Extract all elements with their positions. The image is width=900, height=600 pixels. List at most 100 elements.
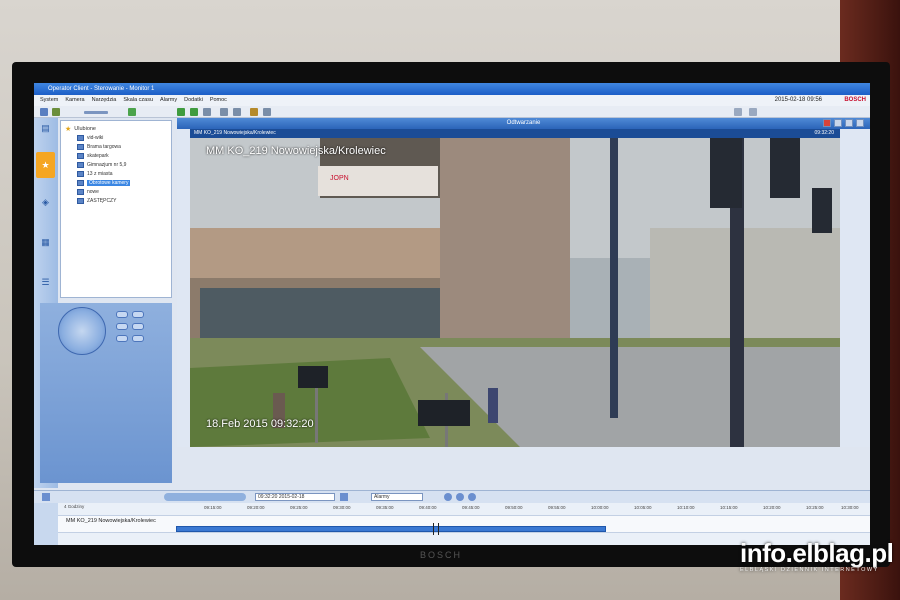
timeline-tick: 10:20:00 xyxy=(763,505,781,510)
osd-timestamp: 18.Feb 2015 09:32:20 xyxy=(206,418,314,430)
help-icon[interactable] xyxy=(856,119,864,127)
alarm-list-icon[interactable]: ☰ xyxy=(39,276,52,289)
tree-item[interactable]: ZASTĘPCZY xyxy=(77,197,116,205)
window-titlebar: Operator Client - Sterowanie - Monitor 1 xyxy=(34,83,870,95)
layout-1-icon[interactable] xyxy=(834,119,842,127)
timeline-mode-icon[interactable] xyxy=(42,493,50,501)
timeline-tick: 10:05:00 xyxy=(634,505,652,510)
focus-far-button[interactable] xyxy=(132,323,144,330)
tree-item-label: Gimnazjum nr 5,9 xyxy=(87,162,127,168)
layout-4-icon[interactable] xyxy=(845,119,853,127)
tree-root[interactable]: ★ Ulubione xyxy=(65,125,96,133)
video-feed[interactable]: MM KO_219 Nowowiejska/Krolewiec 09:32:20… xyxy=(190,129,840,447)
iris-open-button[interactable] xyxy=(116,335,128,342)
layout-icon[interactable] xyxy=(203,108,211,116)
timeline-panel: 09:32:20 2015-02-18 Alarmy 4 Godziny 09:… xyxy=(34,490,870,545)
speaker-icon[interactable] xyxy=(128,108,136,116)
billboard-text: JOPN xyxy=(330,175,349,182)
favorites-star-icon[interactable]: ★ xyxy=(36,152,55,178)
watermark-sub: ELBLĄSKI DZIENNIK INTERNETOWY xyxy=(740,567,879,573)
osd-camera-name: MM KO_219 Nowowiejska/Krolewiec xyxy=(206,145,386,157)
camera-strip-label: MM KO_219 Nowowiejska/Krolewiec xyxy=(194,130,276,136)
camera-folder-icon xyxy=(77,180,84,186)
timeline-tick: 09:40:00 xyxy=(419,505,437,510)
zoom-in-icon[interactable] xyxy=(444,493,452,501)
timeline-tick: 10:25:00 xyxy=(806,505,824,510)
play-mode-icon[interactable] xyxy=(177,108,185,116)
video-left-tabs xyxy=(177,129,190,447)
camera-icon[interactable] xyxy=(52,108,60,116)
timeline-tick: 10:10:00 xyxy=(677,505,695,510)
monitor-wall-icon[interactable]: ▦ xyxy=(39,236,52,249)
settings-icon[interactable] xyxy=(263,108,271,116)
camera-folder-icon xyxy=(77,189,84,195)
timeline-tick: 09:45:00 xyxy=(462,505,480,510)
iris-close-button[interactable] xyxy=(132,335,144,342)
focus-near-button[interactable] xyxy=(116,323,128,330)
tree-item-label: ZASTĘPCZY xyxy=(87,198,117,204)
playback-controls[interactable] xyxy=(164,493,246,501)
tree-item[interactable]: Gimnazjum nr 5,9 xyxy=(77,161,126,169)
camera-folder-icon xyxy=(77,144,84,150)
tree-item[interactable]: Brama targowa xyxy=(77,143,121,151)
timeline-tick: 10:30:00 xyxy=(841,505,859,510)
recording-bar[interactable] xyxy=(176,526,606,532)
timeline-tick: 09:35:00 xyxy=(376,505,394,510)
timeline-cursor[interactable] xyxy=(433,523,439,535)
tree-item[interactable]: vid-wiki xyxy=(77,134,103,142)
tree-item[interactable]: nowe xyxy=(77,188,99,196)
timeline-tick: 09:55:00 xyxy=(548,505,566,510)
camera-folder-icon xyxy=(77,135,84,141)
alarm-filter-select[interactable]: Alarmy xyxy=(371,493,423,501)
menu-system[interactable]: System xyxy=(40,95,58,106)
menu-skala-czasu[interactable]: Skala czasu xyxy=(123,95,153,106)
timeline-tick: 09:30:00 xyxy=(333,505,351,510)
star-icon: ★ xyxy=(65,126,72,133)
timeline-tick: 09:50:00 xyxy=(505,505,523,510)
tree-item-label: skatepark xyxy=(87,153,109,159)
camera-info-strip: MM KO_219 Nowowiejska/Krolewiec 09:32:20 xyxy=(190,129,840,138)
menu-bar: System Kamera Narzędzia Skala czasu Alar… xyxy=(34,95,870,106)
print-icon[interactable] xyxy=(220,108,228,116)
volume-slider[interactable] xyxy=(84,111,108,114)
clock-datetime: 2015-02-18 09:56 xyxy=(774,97,822,103)
ptz-control-panel xyxy=(40,303,172,483)
toolbar xyxy=(34,106,870,118)
tree-item-label: vid-wiki xyxy=(87,135,104,141)
live-mode-icon[interactable] xyxy=(190,108,198,116)
snapshot-icon[interactable] xyxy=(233,108,241,116)
grid-icon[interactable] xyxy=(734,108,742,116)
zoom-out-button[interactable] xyxy=(132,311,144,318)
zoom-in-button[interactable] xyxy=(116,311,128,318)
tree-item[interactable]: 13 z miasta xyxy=(77,170,113,178)
tree-root-label: Ulubione xyxy=(74,126,96,132)
grid-icon-2[interactable] xyxy=(749,108,757,116)
menu-narzedzia[interactable]: Narzędzia xyxy=(92,95,117,106)
timeline-tick: 10:00:00 xyxy=(591,505,609,510)
timeline-scale: 09:15:00 09:20:00 09:25:00 09:30:00 09:3… xyxy=(34,503,870,513)
tree-item[interactable]: skatepark xyxy=(77,152,109,160)
favorites-tree: ★ Ulubione vid-wiki Brama targowa skatep… xyxy=(60,120,172,298)
video-pane-header: Odtwarzanie xyxy=(177,118,870,129)
tree-item-selected[interactable]: Obrotowe kamery xyxy=(77,179,131,187)
search-icon[interactable] xyxy=(468,493,476,501)
monitor-icon[interactable] xyxy=(40,108,48,116)
calendar-icon[interactable] xyxy=(340,493,348,501)
menu-alarmy[interactable]: Alarmy xyxy=(160,95,177,106)
export-icon[interactable] xyxy=(250,108,258,116)
timeline-date-field[interactable]: 09:32:20 2015-02-18 xyxy=(255,493,335,501)
map-icon[interactable]: ◈ xyxy=(39,196,52,209)
camera-strip-time: 09:32:20 xyxy=(814,130,834,136)
zoom-out-icon[interactable] xyxy=(456,493,464,501)
menu-kamera[interactable]: Kamera xyxy=(65,95,84,106)
logical-tree-icon[interactable]: ▤ xyxy=(39,122,52,135)
timeline-track[interactable]: MM KO_219 Nowowiejska/Krolewiec xyxy=(58,515,870,535)
menu-dodatki[interactable]: Dodatki xyxy=(184,95,203,106)
timeline-tick: 10:15:00 xyxy=(720,505,738,510)
camera-image: JOPN xyxy=(190,138,840,447)
close-icon[interactable] xyxy=(823,119,831,127)
video-pane-title: Odtwarzanie xyxy=(506,120,541,126)
ptz-joystick[interactable] xyxy=(58,307,106,355)
tree-item-label: nowe xyxy=(87,189,99,195)
menu-pomoc[interactable]: Pomoc xyxy=(210,95,227,106)
